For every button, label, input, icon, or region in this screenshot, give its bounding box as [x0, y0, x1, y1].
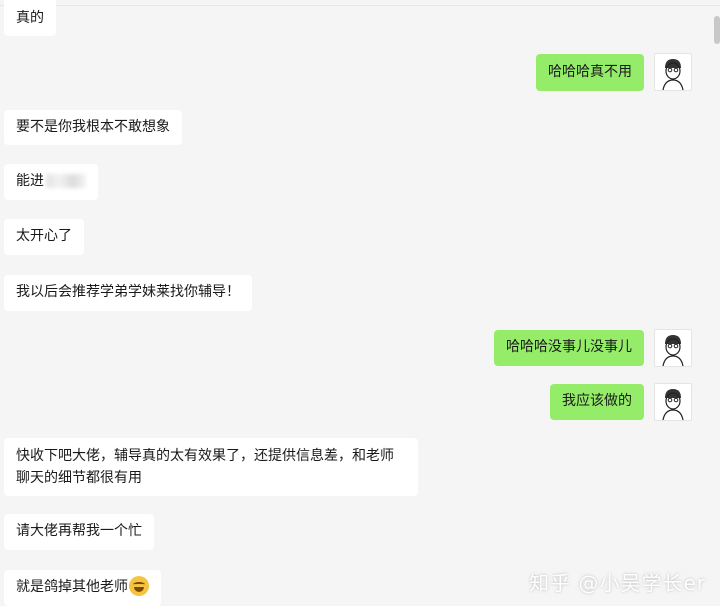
message-bubble-sent[interactable]: 哈哈哈真不用: [536, 54, 644, 91]
user-avatar-icon[interactable]: [654, 329, 692, 367]
message-bubble-received[interactable]: 能进: [4, 164, 98, 200]
message-text: 真的: [16, 10, 44, 26]
message-bubble-sent[interactable]: 哈哈哈没事儿没事儿: [494, 330, 644, 366]
message-text: 请大佬再帮我一个忙: [16, 523, 142, 539]
sketch-avatar-icon: [662, 335, 684, 366]
sweat-smile-emoji: [129, 576, 149, 596]
scrollbar-thumb[interactable]: [714, 16, 720, 44]
blurred-text: [46, 174, 86, 188]
message-text: 我以后会推荐学弟学妹莱找你辅导！: [16, 284, 240, 300]
user-avatar-icon[interactable]: [654, 53, 692, 91]
top-divider: [0, 5, 720, 6]
message-bubble-received[interactable]: 太开心了: [4, 219, 84, 255]
message-bubble-received[interactable]: 真的: [4, 0, 56, 36]
message-bubble-received[interactable]: 我以后会推荐学弟学妹莱找你辅导！: [4, 275, 252, 311]
sketch-avatar-icon: [662, 59, 684, 90]
user-avatar-icon[interactable]: [654, 383, 692, 421]
message-bubble-received[interactable]: 快收下吧大佬，辅导真的太有效果了，还提供信息差，和老师聊天的细节都很有用: [4, 438, 418, 496]
message-text: 太开心了: [16, 228, 72, 244]
message-bubble-received[interactable]: 请大佬再帮我一个忙: [4, 514, 154, 550]
watermark: 知乎 @小吴学长er: [529, 571, 706, 595]
message-text: 能进: [16, 173, 44, 189]
message-text: 我应该做的: [562, 393, 632, 409]
message-text: 哈哈哈真不用: [548, 64, 632, 80]
message-bubble-received[interactable]: 要不是你我根本不敢想象: [4, 110, 182, 145]
message-bubble-sent[interactable]: 我应该做的: [550, 384, 644, 420]
message-text: 快收下吧大佬，辅导真的太有效果了，还提供信息差，和老师聊天的细节都很有用: [16, 448, 394, 486]
message-text: 要不是你我根本不敢想象: [16, 119, 170, 135]
message-text: 哈哈哈没事儿没事儿: [506, 339, 632, 355]
sketch-avatar-icon: [662, 389, 684, 420]
message-bubble-received[interactable]: 就是鸽掉其他老师: [4, 570, 161, 606]
message-text: 就是鸽掉其他老师: [16, 579, 128, 595]
